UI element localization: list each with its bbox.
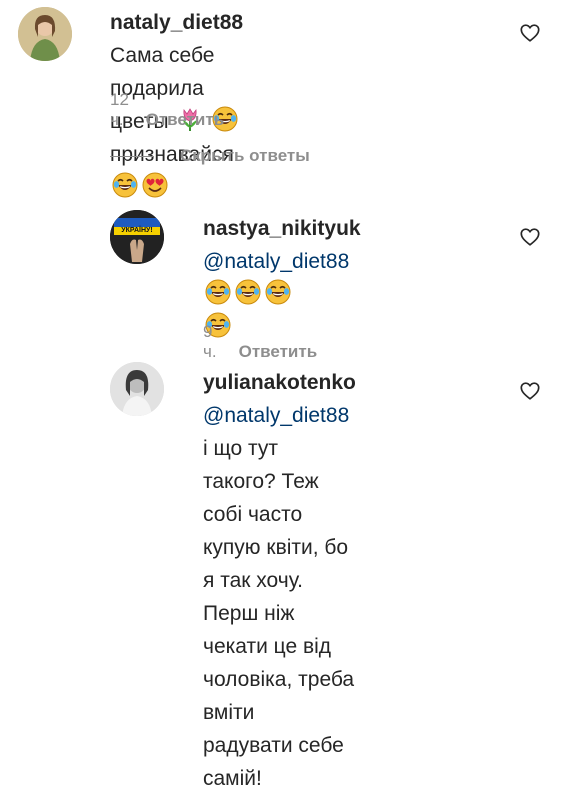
reply-button[interactable]: Ответить xyxy=(146,110,225,129)
laughing-tears-icon xyxy=(112,172,138,198)
avatar[interactable] xyxy=(18,7,72,61)
comment-text: чоловіка, треба вміти xyxy=(203,668,355,724)
praying-hands-icon: УКРАЇНУ! xyxy=(110,210,164,264)
timestamp: 9 ч. xyxy=(203,322,217,361)
divider-line xyxy=(110,155,154,157)
mention-link[interactable]: @nataly_diet88 xyxy=(203,250,349,273)
like-heart-icon[interactable] xyxy=(519,380,541,402)
mention-link[interactable]: @nataly_diet88 xyxy=(203,404,349,427)
username[interactable]: nastya_nikityuk xyxy=(203,217,361,240)
reply-button[interactable]: Ответить xyxy=(239,342,318,361)
username[interactable]: nataly_diet88 xyxy=(110,11,243,34)
timestamp: 12 ч. xyxy=(110,90,129,129)
laughing-tears-icon xyxy=(205,279,231,305)
like-heart-icon[interactable] xyxy=(519,226,541,248)
laughing-tears-icon xyxy=(235,279,261,305)
laughing-tears-icon xyxy=(265,279,291,305)
comment-meta: 12 ч. Ответить xyxy=(110,90,224,130)
hide-replies-label: Скрыть ответы xyxy=(180,146,310,165)
comment-text: такого? Теж собі часто xyxy=(203,470,319,526)
hide-replies-button[interactable]: Скрыть ответы xyxy=(110,146,310,166)
comment-text: Перш ніж чекати це від xyxy=(203,602,332,658)
avatar[interactable]: УКРАЇНУ! xyxy=(110,210,164,264)
comment-text: і що тут xyxy=(203,437,279,460)
comment-meta: 9 ч. Ответить xyxy=(203,322,317,362)
username[interactable]: yulianakotenko xyxy=(203,371,356,394)
avatar[interactable] xyxy=(110,362,164,416)
comment-text: радувати себе самій! xyxy=(203,734,344,790)
avatar-caption: УКРАЇНУ! xyxy=(121,226,152,234)
avatar-woman-icon xyxy=(110,362,164,416)
heart-eyes-icon xyxy=(142,172,168,198)
avatar-woman-icon xyxy=(18,7,72,61)
comment-text: купую квіти, бо я так хочу. xyxy=(203,536,349,592)
like-heart-icon[interactable] xyxy=(519,22,541,44)
